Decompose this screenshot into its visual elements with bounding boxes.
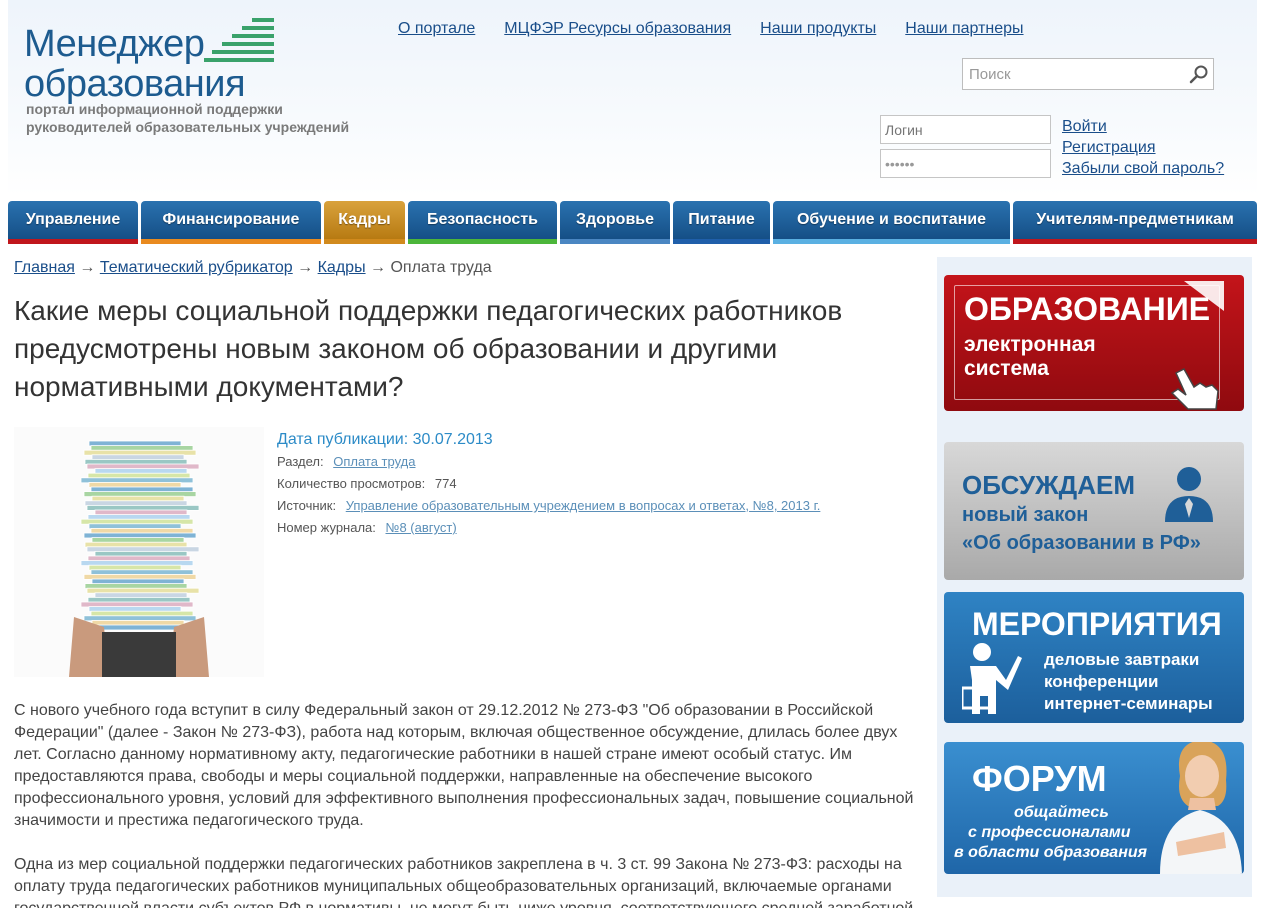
register-link[interactable]: Регистрация bbox=[1062, 137, 1224, 158]
meta-views-label: Количество просмотров: bbox=[277, 476, 426, 491]
top-link-partners[interactable]: Наши партнеры bbox=[905, 20, 1023, 38]
banner-events[interactable]: МЕРОПРИЯТИЯ деловые завтраки конференции… bbox=[944, 592, 1244, 723]
site-logo[interactable]: Менеджер образования портал информационн… bbox=[24, 14, 364, 144]
article-meta: Дата публикации: 30.07.2013 Раздел: Опла… bbox=[277, 429, 820, 539]
banner-e-system[interactable]: ОБРАЗОВАНИЕ электронная система bbox=[944, 275, 1244, 411]
user-icon bbox=[1165, 467, 1213, 522]
meta-issue-link[interactable]: №8 (август) bbox=[386, 520, 457, 535]
search-icon[interactable] bbox=[1189, 64, 1209, 84]
paper-stack-icon bbox=[14, 427, 264, 677]
meta-issue-row: Номер журнала: №8 (август) bbox=[277, 517, 820, 539]
banner-events-sub3: интернет-семинары bbox=[1044, 694, 1213, 713]
breadcrumb-separator: → bbox=[370, 259, 387, 276]
logo-title: Менеджер образования bbox=[24, 23, 246, 105]
logo-title-line2: образования bbox=[24, 63, 246, 105]
nav-item-staff[interactable]: Кадры bbox=[324, 201, 405, 244]
nav-item-finance[interactable]: Финансирование bbox=[141, 201, 321, 244]
banner-e-system-title: ОБРАЗОВАНИЕ bbox=[964, 291, 1211, 327]
banner-discuss-law[interactable]: ОБСУЖДАЕМ новый закон «Об образовании в … bbox=[944, 442, 1244, 580]
banner-forum-sub2: с профессионалами bbox=[968, 824, 1131, 841]
banner-events-sub1: деловые завтраки bbox=[1044, 650, 1200, 669]
article-paragraph: С нового учебного года вступит в силу Фе… bbox=[14, 702, 914, 829]
breadcrumb-rubricator[interactable]: Тематический рубрикатор bbox=[100, 259, 293, 276]
top-links: О портале МЦФЭР Ресурсы образования Наши… bbox=[398, 20, 1024, 38]
logo-title-line1: Менеджер bbox=[24, 23, 205, 65]
forgot-password-link[interactable]: Забыли свой пароль? bbox=[1062, 158, 1224, 179]
sidebar: ОБРАЗОВАНИЕ электронная система ОБСУЖДАЕ… bbox=[937, 257, 1252, 897]
article-paragraph: Одна из мер социальной поддержки педагог… bbox=[14, 856, 913, 908]
meta-section-label: Раздел: bbox=[277, 454, 324, 469]
publication-date: Дата публикации: 30.07.2013 bbox=[277, 431, 493, 448]
breadcrumb-current: Оплата труда bbox=[390, 259, 492, 276]
breadcrumb: Главная → Тематический рубрикатор → Кадр… bbox=[14, 259, 492, 277]
lecturer-icon bbox=[962, 643, 1022, 714]
article-body: С нового учебного года вступит в силу Фе… bbox=[14, 700, 914, 908]
password-input[interactable] bbox=[880, 149, 1051, 178]
banner-discuss-sub1: новый закон bbox=[962, 504, 1089, 526]
login-input[interactable] bbox=[880, 115, 1051, 144]
top-link-resources[interactable]: МЦФЭР Ресурсы образования bbox=[504, 20, 731, 38]
banner-forum-sub3: в области образования bbox=[954, 844, 1148, 861]
banner-forum-sub1: общайтесь bbox=[1014, 804, 1109, 821]
breadcrumb-home[interactable]: Главная bbox=[14, 259, 75, 276]
banner-forum[interactable]: ФОРУМ общайтесь с профессионалами в обла… bbox=[944, 742, 1244, 874]
top-link-about[interactable]: О портале bbox=[398, 20, 475, 38]
meta-source-label: Источник: bbox=[277, 498, 337, 513]
login-form bbox=[880, 115, 1051, 183]
nav-item-nutrition[interactable]: Питание bbox=[673, 201, 770, 244]
banner-e-system-sub2: система bbox=[964, 357, 1049, 380]
login-link[interactable]: Войти bbox=[1062, 116, 1224, 137]
logo-tagline-line2: руководителей образовательных учреждений bbox=[26, 119, 350, 135]
main-nav: Управление Финансирование Кадры Безопасн… bbox=[8, 201, 1257, 244]
nav-item-education[interactable]: Обучение и воспитание bbox=[773, 201, 1010, 244]
breadcrumb-separator: → bbox=[79, 259, 96, 276]
meta-source-row: Источник: Управление образовательным учр… bbox=[277, 495, 820, 517]
search-input[interactable] bbox=[963, 59, 1183, 89]
article-image bbox=[14, 427, 264, 677]
meta-section-row: Раздел: Оплата труда bbox=[277, 451, 820, 473]
banner-events-title: МЕРОПРИЯТИЯ bbox=[972, 606, 1222, 642]
meta-source-link[interactable]: Управление образовательным учреждением в… bbox=[346, 498, 821, 513]
nav-item-teachers[interactable]: Учителям-предметникам bbox=[1013, 201, 1257, 244]
nav-item-health[interactable]: Здоровье bbox=[560, 201, 670, 244]
pointer-hand-icon bbox=[1170, 368, 1219, 410]
login-links: Войти Регистрация Забыли свой пароль? bbox=[1062, 116, 1224, 179]
meta-views-value: 774 bbox=[434, 476, 457, 491]
breadcrumb-separator: → bbox=[297, 259, 314, 276]
search-box bbox=[962, 58, 1214, 90]
banner-forum-title: ФОРУМ bbox=[972, 758, 1107, 799]
banner-e-system-sub1: электронная bbox=[964, 333, 1096, 356]
meta-views-row: Количество просмотров: 774 bbox=[277, 473, 820, 495]
banner-events-sub2: конференции bbox=[1044, 672, 1159, 691]
logo-tagline-line1: портал информационной поддержки bbox=[26, 101, 283, 117]
nav-item-safety[interactable]: Безопасность bbox=[408, 201, 557, 244]
woman-avatar bbox=[1160, 742, 1242, 874]
logo-tagline: портал информационной поддержки руководи… bbox=[26, 100, 349, 136]
meta-issue-label: Номер журнала: bbox=[277, 520, 376, 535]
banner-discuss-sub2: «Об образовании в РФ» bbox=[962, 532, 1201, 554]
breadcrumb-staff[interactable]: Кадры bbox=[318, 259, 366, 276]
top-link-products[interactable]: Наши продукты bbox=[760, 20, 876, 38]
meta-section-link[interactable]: Оплата труда bbox=[333, 454, 415, 469]
banner-discuss-title: ОБСУЖДАЕМ bbox=[962, 470, 1135, 500]
nav-item-management[interactable]: Управление bbox=[8, 201, 138, 244]
page-title: Какие меры социальной поддержки педагоги… bbox=[14, 295, 843, 402]
site-header: Менеджер образования портал информационн… bbox=[8, 0, 1257, 196]
